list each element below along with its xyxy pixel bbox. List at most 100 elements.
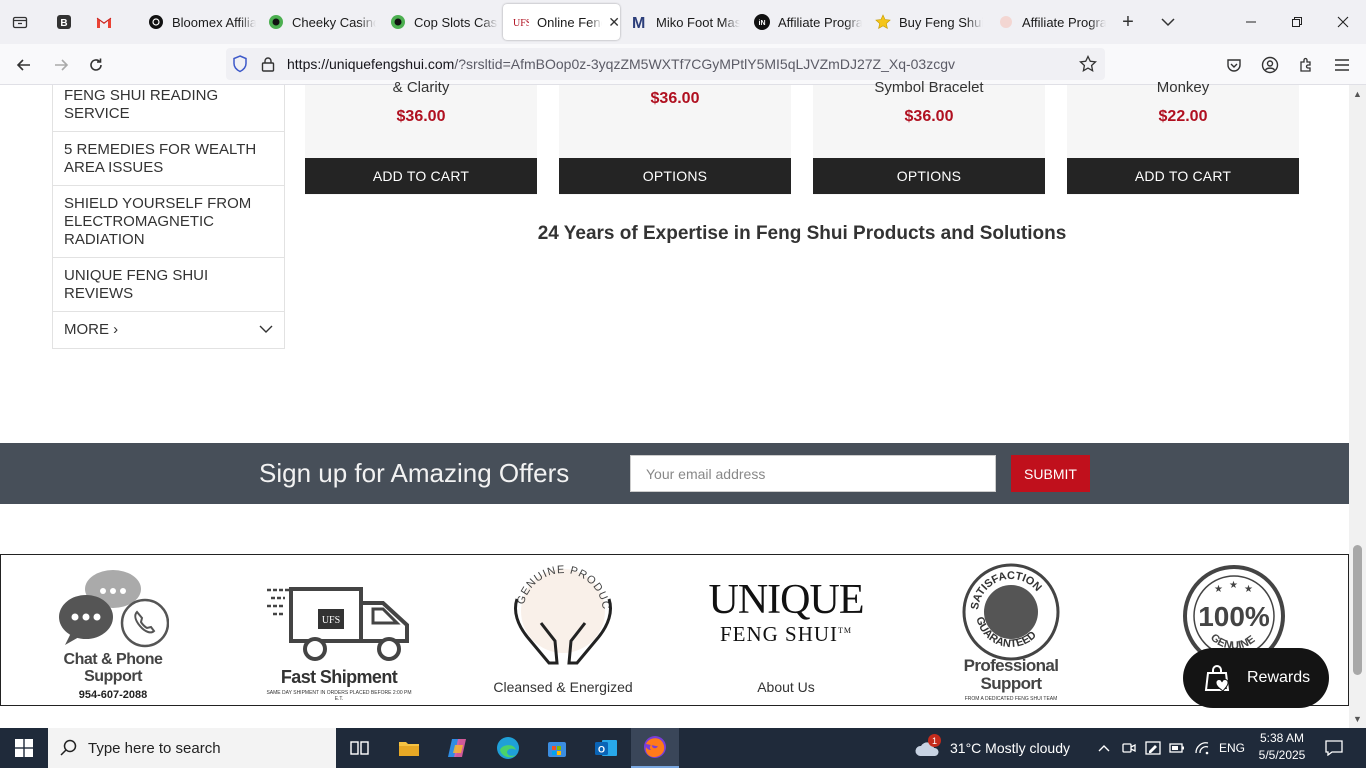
product-name[interactable]: & Clarity (305, 79, 537, 96)
store-icon[interactable] (533, 728, 581, 768)
support-phone[interactable]: 954-607-2088 (53, 689, 173, 701)
product-card: Monkey $22.00 ADD TO CART (1067, 79, 1299, 195)
bookmark-star-icon[interactable] (1078, 54, 1098, 74)
task-view-icon[interactable] (336, 728, 384, 768)
newsletter-signup: Sign up for Amazing Offers SUBMIT (0, 443, 1349, 504)
account-icon[interactable] (1255, 50, 1285, 80)
email-field[interactable] (630, 455, 996, 492)
meet-now-icon[interactable] (1117, 728, 1141, 768)
url-domain: https://uniquefengshui.com (287, 56, 455, 72)
tab-bloomex[interactable]: Bloomex Affilia (138, 4, 256, 40)
tab-buy-feng-shui[interactable]: Buy Feng Shui (865, 4, 983, 40)
svg-text:★: ★ (1244, 584, 1253, 595)
sidebar-item-reviews[interactable]: UNIQUE FENG SHUI REVIEWS (53, 258, 284, 312)
close-window-icon[interactable] (1320, 0, 1366, 44)
clock[interactable]: 5:38 AM 5/5/2025 (1257, 731, 1307, 762)
weather-text[interactable]: 31°C Mostly cloudy (950, 740, 1070, 756)
copilot-icon[interactable] (434, 728, 482, 768)
sidebar-item-wealth-remedies[interactable]: 5 REMEDIES FOR WEALTH AREA ISSUES (53, 132, 284, 186)
tab-title: Cop Slots Casi (414, 14, 498, 30)
tab-online-feng-active[interactable]: UFS Online Feng ✕ (503, 4, 620, 40)
rewards-button[interactable]: Rewards (1183, 648, 1329, 708)
tab-affiliate-2[interactable]: Affiliate Progra (988, 4, 1106, 40)
back-icon[interactable] (9, 50, 39, 80)
logo-tm: TM (838, 626, 853, 635)
product-price: $36.00 (650, 90, 700, 107)
product-card: Symbol Bracelet $36.00 OPTIONS (813, 79, 1045, 195)
address-bar[interactable]: https://uniquefengshui.com/?srsltid=AfmB… (226, 48, 1105, 80)
options-button[interactable]: OPTIONS (559, 158, 791, 194)
tab-title: Cheeky Casino (292, 14, 376, 30)
expertise-heading: 24 Years of Expertise in Feng Shui Produ… (537, 223, 1067, 244)
scroll-down-icon[interactable]: ▼ (1352, 713, 1363, 724)
menu-icon[interactable] (1327, 50, 1357, 80)
chevron-down-icon[interactable] (1154, 8, 1182, 36)
product-card: $36.00 OPTIONS (559, 85, 791, 195)
minimize-icon[interactable] (1228, 0, 1274, 44)
windows-start-icon[interactable] (0, 728, 48, 768)
new-tab-icon[interactable]: + (1114, 8, 1142, 36)
tab-strip: B Bloomex Affilia Cheeky Casino Cop Slot… (0, 0, 1366, 44)
tab-affiliate-in[interactable]: iN Affiliate Progra (744, 4, 862, 40)
submit-button[interactable]: SUBMIT (1011, 455, 1090, 492)
chevron-up-icon[interactable] (1092, 728, 1116, 768)
about-us-link[interactable]: About Us (706, 679, 866, 695)
reload-icon[interactable] (81, 50, 111, 80)
ufs-logo-text: UFS (322, 615, 340, 626)
page-scrollbar[interactable]: ▲ ▼ (1349, 85, 1366, 728)
edge-icon[interactable] (484, 728, 532, 768)
language-indicator[interactable]: ENG (1219, 741, 1245, 755)
pinned-tab-b[interactable]: B (50, 8, 78, 36)
pocket-icon[interactable] (1219, 50, 1249, 80)
firefox-icon[interactable] (631, 728, 679, 768)
sidebar-item-electromagnetic[interactable]: SHIELD YOURSELF FROM ELECTROMAGNETIC RAD… (53, 186, 284, 258)
tab-miko[interactable]: M Miko Foot Mas (622, 4, 740, 40)
tab-title: Miko Foot Mas (656, 14, 740, 30)
search-placeholder: Type here to search (88, 739, 221, 757)
shipment-badge: UFS Fast Shipment SAME DAY SHIPMENT IN O… (263, 555, 415, 705)
product-price: $36.00 (396, 108, 446, 125)
notifications-icon[interactable] (1318, 728, 1350, 768)
product-name[interactable]: Symbol Bracelet (813, 79, 1045, 96)
pen-icon[interactable] (1141, 728, 1165, 768)
tab-title: Bloomex Affilia (172, 14, 256, 30)
add-to-cart-button[interactable]: ADD TO CART (1067, 158, 1299, 194)
product-name[interactable]: Monkey (1067, 79, 1299, 96)
sidebar-item-more[interactable]: MORE › (53, 312, 284, 348)
sidebar-item-reading-service[interactable]: FENG SHUI READING SERVICE (53, 85, 284, 132)
chevron-down-icon[interactable] (259, 321, 273, 339)
add-to-cart-button[interactable]: ADD TO CART (305, 158, 537, 194)
scroll-up-icon[interactable]: ▲ (1352, 88, 1363, 99)
sidebar-item-label: FENG SHUI READING SERVICE (64, 87, 219, 122)
close-tab-icon[interactable]: ✕ (608, 14, 620, 31)
wifi-icon[interactable] (1190, 728, 1214, 768)
genuine-caption: Cleansed & Energized (493, 679, 633, 695)
weather-icon[interactable]: 1 (915, 734, 943, 760)
pro-support-caption: Professional Support (951, 657, 1071, 693)
sidebar-menu: FENG SHUI READING SERVICE 5 REMEDIES FOR… (52, 85, 285, 349)
tab-cheeky-casino[interactable]: Cheeky Casino (258, 4, 376, 40)
satisfaction-badge: SATISFACTION GUARANTEED Professional Sup… (951, 555, 1071, 705)
pinned-tab-gmail[interactable] (90, 8, 118, 36)
about-badge[interactable]: UNIQUE FENG SHUITM About Us (706, 555, 866, 705)
extensions-icon[interactable] (1291, 50, 1321, 80)
tab-list-icon[interactable] (6, 8, 34, 36)
generic-icon (998, 14, 1014, 30)
lock-icon[interactable] (258, 54, 278, 74)
casino-icon (268, 14, 284, 30)
satisfaction-seal-icon: SATISFACTION GUARANTEED (962, 563, 1060, 661)
tab-cop-slots[interactable]: Cop Slots Casi (380, 4, 498, 40)
rewards-label: Rewards (1247, 669, 1311, 686)
clock-time: 5:38 AM (1259, 731, 1305, 745)
support-line1: Chat & Phone (63, 651, 163, 668)
battery-icon[interactable] (1165, 728, 1189, 768)
forward-icon[interactable] (46, 50, 76, 80)
options-button[interactable]: OPTIONS (813, 158, 1045, 194)
taskbar-search[interactable]: Type here to search (48, 728, 336, 768)
url-text[interactable]: https://uniquefengshui.com/?srsltid=AfmB… (287, 56, 955, 72)
scroll-thumb[interactable] (1353, 545, 1362, 675)
shield-icon[interactable] (230, 54, 250, 74)
restore-icon[interactable] (1274, 0, 1320, 44)
file-explorer-icon[interactable] (385, 728, 433, 768)
outlook-icon[interactable]: O (582, 728, 630, 768)
